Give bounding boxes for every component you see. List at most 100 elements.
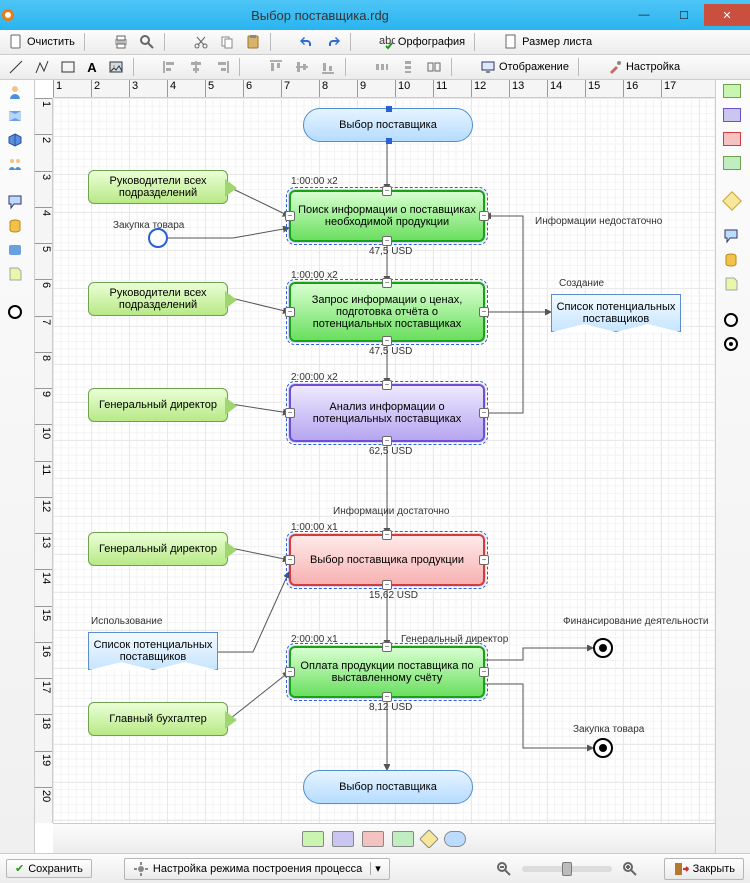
legend-swatch[interactable]	[392, 831, 414, 847]
port[interactable]: −	[382, 642, 392, 652]
maximize-button[interactable]: ☐	[664, 4, 704, 26]
process-node[interactable]: Запрос информации о ценах, подготовка от…	[289, 282, 485, 342]
role-node[interactable]: Руководители всех подразделений	[88, 282, 228, 316]
role-node[interactable]: Генеральный директор	[88, 532, 228, 566]
port[interactable]: −	[479, 555, 489, 565]
canvas[interactable]: Выбор поставщика Руководители всех подра…	[53, 98, 715, 823]
port[interactable]: −	[479, 307, 489, 317]
palette-callout-icon[interactable]	[7, 194, 27, 212]
palette-note-icon[interactable]	[7, 266, 27, 284]
palette-red-rect[interactable]	[723, 132, 743, 150]
palette-diamond-icon[interactable]	[723, 192, 743, 210]
start-event-circle[interactable]	[148, 228, 168, 248]
align-center-button[interactable]	[184, 57, 208, 77]
pagesize-button[interactable]: Размер листа	[499, 32, 596, 52]
align-top-button[interactable]	[264, 57, 288, 77]
role-node[interactable]: Генеральный директор	[88, 388, 228, 422]
port[interactable]: −	[479, 408, 489, 418]
line-tool[interactable]	[4, 57, 28, 77]
copy-button[interactable]	[215, 32, 239, 52]
display-button[interactable]: Отображение	[476, 57, 573, 77]
align-bottom-button[interactable]	[316, 57, 340, 77]
page-icon	[8, 34, 24, 50]
print-button[interactable]	[109, 32, 133, 52]
palette-cube-icon[interactable]	[7, 132, 27, 150]
image-tool[interactable]	[104, 57, 128, 77]
port[interactable]: −	[382, 186, 392, 196]
palette-callout-icon[interactable]	[723, 228, 743, 246]
legend-swatch[interactable]	[302, 831, 324, 847]
redo-button[interactable]	[321, 32, 345, 52]
slider-thumb[interactable]	[562, 862, 572, 876]
port[interactable]: −	[382, 278, 392, 288]
legend-swatch[interactable]	[362, 831, 384, 847]
palette-lightgreen-rect[interactable]	[723, 156, 743, 174]
goal-node[interactable]	[593, 638, 613, 658]
settings-button[interactable]: Настройка	[603, 57, 684, 77]
text-tool[interactable]: A	[82, 57, 102, 77]
save-button[interactable]: ✔Сохранить	[6, 859, 92, 878]
palette-purple-rect[interactable]	[723, 108, 743, 126]
cut-button[interactable]	[189, 32, 213, 52]
align-right-button[interactable]	[210, 57, 234, 77]
distribute-v-button[interactable]	[396, 57, 420, 77]
port[interactable]: −	[382, 236, 392, 246]
rect-tool[interactable]	[56, 57, 80, 77]
legend-diamond[interactable]	[419, 829, 439, 849]
process-node[interactable]: Выбор поставщика продукции −−−−	[289, 534, 485, 586]
legend-terminator[interactable]	[444, 831, 466, 847]
document-node[interactable]: Список потенциальных поставщиков	[551, 294, 681, 332]
role-node[interactable]: Главный бухгалтер	[88, 702, 228, 736]
port[interactable]: −	[479, 211, 489, 221]
palette-shape-blue-icon[interactable]	[7, 242, 27, 260]
palette-circle-icon[interactable]	[723, 312, 743, 330]
port[interactable]: −	[382, 530, 392, 540]
palette-circle-icon[interactable]	[7, 304, 27, 322]
palette-user-icon[interactable]	[7, 84, 27, 102]
role-node[interactable]: Руководители всех подразделений	[88, 170, 228, 204]
align-left-button[interactable]	[158, 57, 182, 77]
port[interactable]: −	[285, 211, 295, 221]
align-middle-button[interactable]	[290, 57, 314, 77]
start-node[interactable]: Выбор поставщика	[303, 108, 473, 142]
port[interactable]: −	[382, 580, 392, 590]
undo-button[interactable]	[295, 32, 319, 52]
port[interactable]: −	[285, 307, 295, 317]
process-node[interactable]: Оплата продукции поставщика по выставлен…	[289, 646, 485, 698]
close-doc-button[interactable]: Закрыть	[664, 858, 744, 880]
preview-button[interactable]	[135, 32, 159, 52]
legend-swatch[interactable]	[332, 831, 354, 847]
palette-note2-icon[interactable]	[723, 276, 743, 294]
paste-button[interactable]	[241, 32, 265, 52]
port[interactable]: −	[382, 692, 392, 702]
port[interactable]: −	[382, 380, 392, 390]
close-button[interactable]: ✕	[704, 4, 750, 26]
distribute-h-button[interactable]	[370, 57, 394, 77]
palette-cylinder-icon[interactable]	[7, 218, 27, 236]
port[interactable]: −	[382, 436, 392, 446]
same-size-button[interactable]	[422, 57, 446, 77]
palette-cylinder-icon[interactable]	[723, 252, 743, 270]
zoom-slider[interactable]	[522, 866, 612, 872]
document-node[interactable]: Список потенциальных поставщиков	[88, 632, 218, 670]
minimize-button[interactable]: —	[624, 4, 664, 26]
process-node[interactable]: Поиск информации о поставщиках необходим…	[289, 190, 485, 242]
port[interactable]: −	[285, 667, 295, 677]
port[interactable]: −	[479, 667, 489, 677]
end-node[interactable]: Выбор поставщика	[303, 770, 473, 804]
process-node[interactable]: Анализ информации о потенциальных постав…	[289, 384, 485, 442]
palette-book-icon[interactable]	[7, 108, 27, 126]
spellcheck-button[interactable]: abcОрфография	[375, 32, 469, 52]
palette-green-rect[interactable]	[723, 84, 743, 102]
palette-group-icon[interactable]	[7, 156, 27, 174]
port[interactable]: −	[382, 336, 392, 346]
zoom-out-button[interactable]	[492, 859, 516, 879]
palette-target-icon[interactable]	[723, 336, 743, 354]
new-button[interactable]: Очистить	[4, 32, 79, 52]
polyline-tool[interactable]	[30, 57, 54, 77]
port[interactable]: −	[285, 555, 295, 565]
zoom-in-button[interactable]	[618, 859, 642, 879]
goal-node[interactable]	[593, 738, 613, 758]
mode-button[interactable]: Настройка режима построения процесса▾	[124, 858, 390, 880]
port[interactable]: −	[285, 408, 295, 418]
